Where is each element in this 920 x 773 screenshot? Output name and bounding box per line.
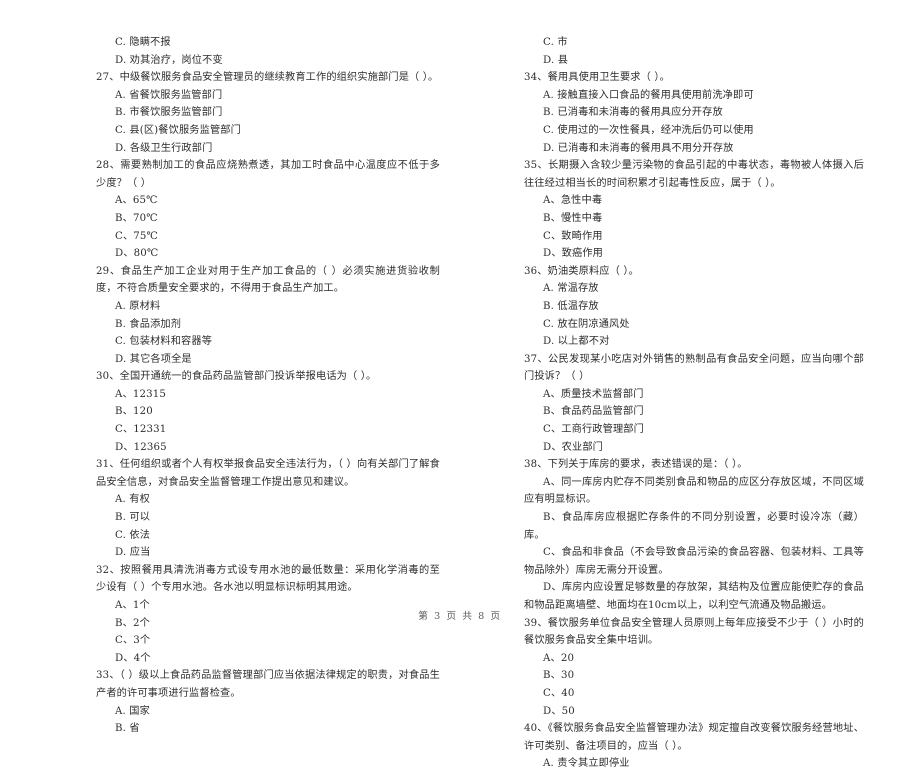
question-option: C. 使用过的一次性餐具，经冲洗后仍可以使用: [543, 124, 754, 136]
question-option: D. 其它各项全是: [115, 353, 192, 365]
question-option: D、12365: [115, 441, 167, 453]
question-option: A. 常温存放: [543, 283, 599, 295]
question-option: B、食品药品监管部门: [543, 406, 644, 418]
question-option: D. 已消毒和未消毒的餐用具不用分开存放: [543, 142, 734, 154]
question-stem: 30、全国开通统一的食品药品监管部门投诉举报电话为（ ）。: [96, 371, 377, 383]
question-option: B. 省: [115, 723, 140, 735]
question-option: D. 劝其治疗，岗位不变: [115, 54, 223, 66]
question-option: C、食品和非食品（不会导致食品污染的食品容器、包装材料、工具等物品除外）库房无需…: [524, 547, 864, 576]
question-option: A. 原材料: [115, 300, 161, 312]
question-option: D、4个: [115, 652, 151, 664]
question-stem: 32、按照餐用具清洗消毒方式设专用水池的最低数量：采用化学消毒的至少设有（ ）个…: [96, 564, 440, 594]
right-column: C. 市 D. 县 34、餐用具使用卫生要求（ ）。 A. 接触直接入口食品的餐用具使…: [446, 34, 868, 773]
question-option: A、质量技术监督部门: [543, 388, 644, 400]
question-option: B. 食品添加剂: [115, 318, 182, 330]
question-option: C、3个: [115, 635, 151, 647]
question-option: B、慢性中毒: [543, 212, 603, 224]
question-stem: 31、任何组织或者个人有权举报食品安全违法行为，（ ）向有关部门了解食品安全信息…: [96, 459, 440, 488]
question-option: C、12331: [115, 424, 167, 436]
page-columns: C. 隐瞒不报 D. 劝其治疗，岗位不变 27、中级餐饮服务食品安全管理员的继续教育…: [0, 34, 920, 773]
question-option: C. 市: [543, 37, 568, 48]
question-option: A、12315: [115, 388, 167, 400]
question-option: C. 县(区)餐饮服务监管部门: [115, 124, 241, 136]
question-option: B. 低温存放: [543, 300, 599, 312]
question-option: A. 有权: [115, 494, 150, 506]
question-option: B. 已消毒和未消毒的餐用具应分开存放: [543, 107, 723, 119]
question-option: A、65℃: [115, 195, 158, 207]
question-option: A、20: [543, 652, 575, 664]
question-option: A、同一库房内贮存不同类别食品和物品的应区分存放区域，不同区域应有明显标识。: [524, 476, 864, 506]
exam-page: C. 隐瞒不报 D. 劝其治疗，岗位不变 27、中级餐饮服务食品安全管理员的继续教育…: [0, 0, 920, 769]
question-option: A. 省餐饮服务监管部门: [115, 89, 223, 101]
question-option: D. 县: [543, 54, 569, 66]
question-option: D. 以上都不对: [543, 336, 610, 348]
question-stem: 36、奶油类原料应（ ）。: [524, 265, 639, 277]
question-option: C、40: [543, 687, 575, 699]
question-stem: 37、公民发现某小吃店对外销售的熟制品有食品安全问题，应当向哪个部门投诉？（ ）: [524, 353, 864, 383]
question-stem: 40、《餐饮服务食品安全监督管理办法》规定擅自改变餐饮服务经营地址、许可类别、备…: [524, 723, 864, 752]
question-stem: 34、餐用具使用卫生要求（ ）。: [524, 72, 670, 84]
question-stem: 27、中级餐饮服务食品安全管理员的继续教育工作的组织实施部门是（ ）。: [96, 72, 439, 84]
question-stem: 33、（ ）级以上食品药品监督管理部门应当依据法律规定的职责，对食品生产者的许可…: [96, 670, 440, 699]
question-option: B. 可以: [115, 512, 151, 524]
question-option: C. 放在阴凉通风处: [543, 318, 630, 330]
question-option: B、120: [115, 406, 153, 418]
question-option: D、50: [543, 705, 575, 717]
question-option: D. 各级卫生行政部门: [115, 142, 213, 154]
question-option: D. 应当: [115, 547, 151, 559]
question-option: B. 市餐饮服务监管部门: [115, 107, 223, 119]
question-option: B、70℃: [115, 212, 158, 224]
question-stem: 29、食品生产加工企业对用于生产加工食品的（ ）必须实施进货验收制度，不符合质量…: [96, 265, 440, 295]
question-option: C. 依法: [115, 529, 151, 541]
question-stem: 38、下列关于库房的要求，表述错误的是：（ ）。: [524, 459, 748, 471]
question-option: D、80℃: [115, 248, 159, 260]
question-option: A、急性中毒: [543, 195, 603, 207]
question-option: C. 隐瞒不报: [115, 37, 171, 48]
question-option: B、食品库房应根据贮存条件的不同分别设置，必要时设冷冻（藏）库。: [524, 512, 864, 541]
question-option: B、30: [543, 670, 575, 682]
question-option: C、工商行政管理部门: [543, 424, 644, 436]
question-option: A. 接触直接入口食品的餐用具使用前洗净即可: [543, 89, 754, 101]
question-option: C、75℃: [115, 230, 159, 242]
question-option: C. 包装材料和容器等: [115, 336, 213, 348]
question-stem: 28、需要熟制加工的食品应烧熟煮透，其加工时食品中心温度应不低于多少度？（ ）: [96, 160, 440, 189]
question-option: A. 责令其立即停业: [543, 758, 630, 770]
question-option: D、致癌作用: [543, 248, 604, 260]
question-stem: 35、长期摄入含较少量污染物的食品引起的中毒状态，毒物被人体摄入后往往经过相当长…: [524, 160, 864, 189]
question-option: A. 国家: [115, 705, 150, 717]
left-column: C. 隐瞒不报 D. 劝其治疗，岗位不变 27、中级餐饮服务食品安全管理员的继续教育…: [24, 34, 446, 738]
page-footer: 第 3 页 共 8 页: [418, 611, 502, 622]
question-option: C、致畸作用: [543, 230, 603, 242]
question-option: D、农业部门: [543, 441, 604, 453]
